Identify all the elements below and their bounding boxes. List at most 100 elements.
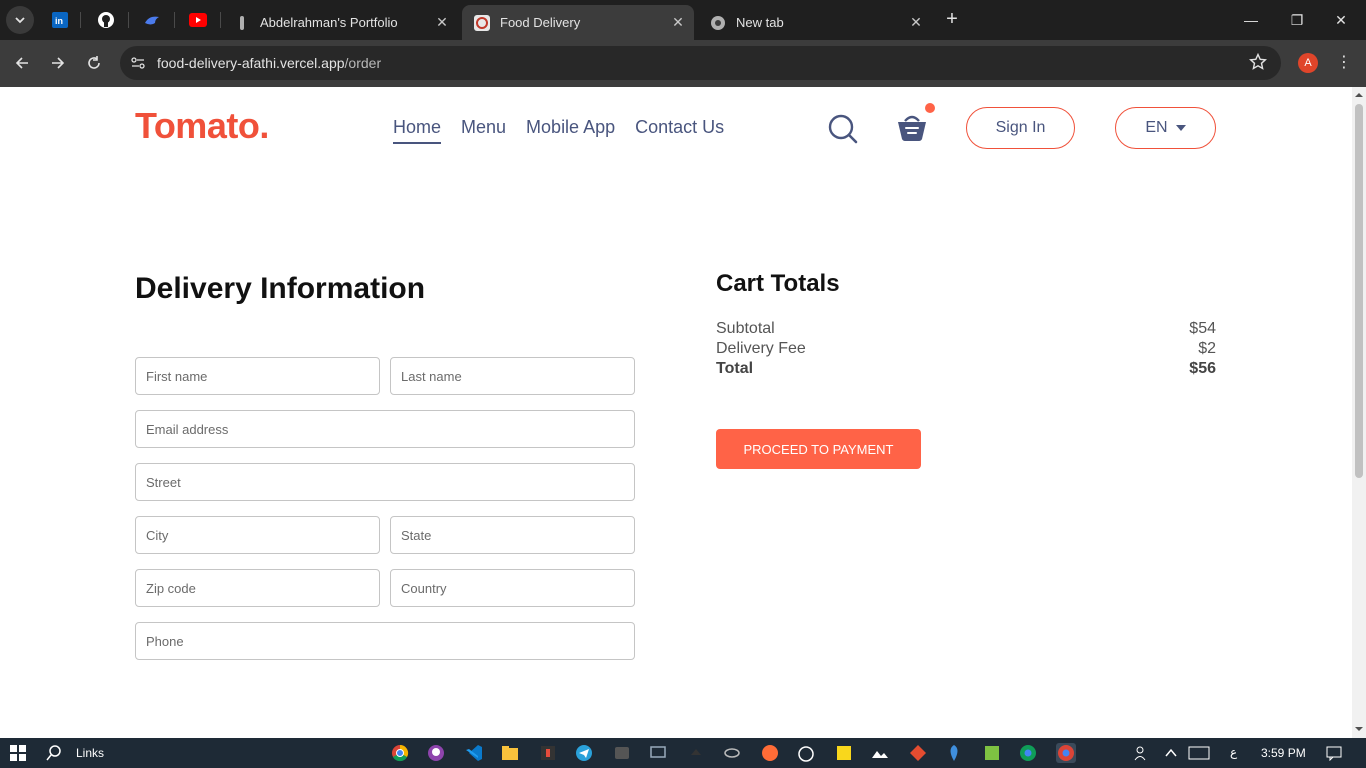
browser-toolbar: food-delivery-afathi.vercel.app/order A … [0,40,1366,87]
taskbar-search-icon[interactable] [46,745,62,761]
tab-search-button[interactable] [6,6,34,34]
site-settings-icon[interactable] [130,55,146,71]
close-window-button[interactable]: ✕ [1326,8,1356,32]
postman-app-icon[interactable] [760,743,780,763]
email-field[interactable] [135,410,635,448]
delivery-fee-value: $2 [1198,340,1216,357]
maximize-button[interactable]: ❐ [1282,8,1312,32]
tab-separator [174,12,175,28]
notification-icon[interactable] [1326,745,1342,761]
zip-code-field[interactable] [135,569,380,607]
photos-app-icon[interactable] [870,743,890,763]
page-scrollbar[interactable] [1352,87,1366,738]
web-page: Tomato. Home Menu Mobile App Contact Us … [0,87,1352,738]
proceed-to-payment-button[interactable]: PROCEED TO PAYMENT [716,429,921,469]
vscode-app-icon[interactable] [464,743,484,763]
taskbar-links-label[interactable]: Links [76,746,104,760]
forward-button[interactable] [45,50,71,76]
street-field[interactable] [135,463,635,501]
language-select[interactable]: EN [1115,107,1216,149]
profile-avatar[interactable]: A [1298,53,1318,73]
bird-icon [145,16,159,25]
sign-in-button[interactable]: Sign In [966,107,1075,149]
basket-icon[interactable] [896,111,928,143]
caret-down-icon [1175,125,1186,131]
git-app-icon[interactable] [908,743,928,763]
tab-separator [80,12,81,28]
scroll-down-icon[interactable] [1355,725,1363,733]
tab-new-tab[interactable]: New tab ✕ [698,5,932,40]
chrome-active-window-icon[interactable] [1056,743,1076,763]
portfolio-favicon [234,15,250,31]
last-name-field[interactable] [390,357,635,395]
chrome-window-icon[interactable] [1018,743,1038,763]
clock[interactable]: 3:59 PM [1261,746,1306,760]
pinned-tab-github[interactable] [94,8,118,32]
file-explorer-app-icon[interactable] [500,743,520,763]
green-app-icon[interactable] [982,743,1002,763]
tab-food-delivery[interactable]: Food Delivery ✕ [462,5,694,40]
arrow-right-icon [52,57,65,69]
nav-contact-us[interactable]: Contact Us [635,117,724,144]
sticky-notes-app-icon[interactable] [834,743,854,763]
close-icon[interactable]: ✕ [908,14,924,30]
browser-menu-icon[interactable]: ⋮ [1336,52,1352,74]
minimize-button[interactable]: — [1236,8,1266,32]
media-app-icon[interactable] [612,743,632,763]
monitor-app-icon[interactable] [648,743,668,763]
subtotal-label: Subtotal [716,320,775,337]
eye-app-icon[interactable] [722,743,742,763]
close-icon[interactable]: ✕ [434,14,450,30]
new-tab-button[interactable]: + [940,8,964,32]
tomato-favicon [474,14,490,31]
delivery-fee-label: Delivery Fee [716,340,806,357]
country-field[interactable] [390,569,635,607]
tray-app-icon[interactable] [686,743,706,763]
browser-tabstrip: in Abdelrahman's Portfolio ✕ Food Delive… [0,0,1366,40]
nav-menu[interactable]: Menu [461,117,506,144]
chevron-up-icon[interactable] [1164,746,1178,760]
logo[interactable]: Tomato. [135,105,269,147]
address-bar[interactable]: food-delivery-afathi.vercel.app/order [120,46,1281,80]
tab-separator [128,12,129,28]
nav-home[interactable]: Home [393,117,442,144]
bookmark-star-icon[interactable] [1249,53,1267,71]
cart-badge-dot [925,103,935,113]
nav-mobile-app[interactable]: Mobile App [526,117,615,144]
dark-app-icon[interactable] [538,743,558,763]
chrome-app-icon[interactable] [390,743,410,763]
back-button[interactable] [9,50,35,76]
input-language-indicator[interactable]: ع [1230,745,1237,759]
url-text[interactable]: food-delivery-afathi.vercel.app/order [157,55,381,71]
vpn-app-icon[interactable] [944,743,964,763]
pinned-tab-linkedin[interactable]: in [48,8,72,32]
os-taskbar: Links ع 3:59 PM [0,738,1366,768]
phone-field[interactable] [135,622,635,660]
subtotal-row: Subtotal $54 [716,320,1216,338]
reload-button[interactable] [81,50,107,76]
linkedin-icon: in [52,12,68,28]
people-icon[interactable] [1134,745,1150,761]
state-field[interactable] [390,516,635,554]
total-row: Total $56 [716,360,1216,378]
total-label: Total [716,360,754,377]
close-icon[interactable]: ✕ [670,14,686,30]
scroll-up-icon[interactable] [1355,91,1363,99]
tab-portfolio[interactable]: Abdelrahman's Portfolio ✕ [222,5,458,40]
delivery-fee-row: Delivery Fee $2 [716,340,1216,358]
telegram-app-icon[interactable] [574,743,594,763]
scroll-thumb[interactable] [1355,104,1363,478]
city-field[interactable] [135,516,380,554]
windows-start-icon[interactable] [10,745,26,761]
cart-totals-title: Cart Totals [716,270,840,297]
search-icon[interactable] [828,114,858,144]
keyboard-icon[interactable] [1188,746,1210,760]
delivery-title: Delivery Information [135,272,426,305]
pinned-tab-bird[interactable] [140,8,164,32]
chrome-icon [710,15,726,31]
clock-app-icon[interactable] [796,743,816,763]
tab-title: Abdelrahman's Portfolio [260,15,398,30]
first-name-field[interactable] [135,357,380,395]
github-desktop-app-icon[interactable] [426,743,446,763]
pinned-tab-youtube[interactable] [186,8,210,32]
